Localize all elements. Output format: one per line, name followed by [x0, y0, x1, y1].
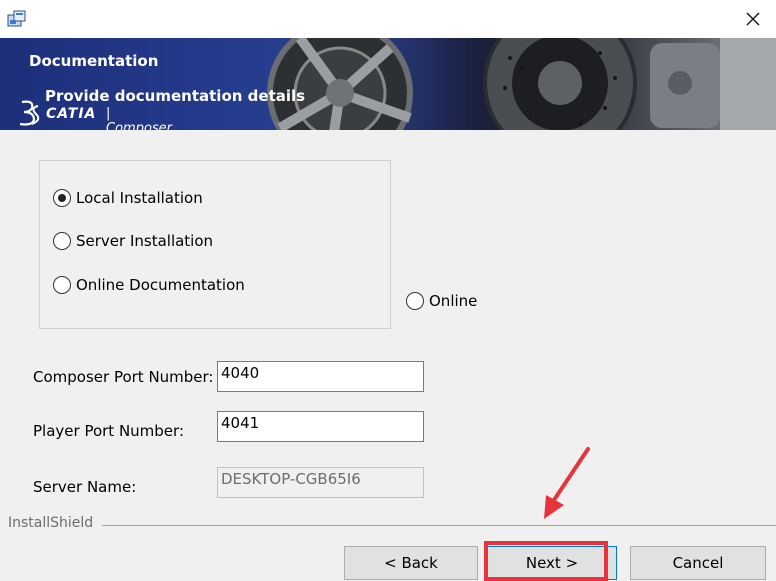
installer-icon: [7, 10, 26, 27]
cancel-button[interactable]: Cancel: [630, 546, 766, 580]
server-name-input: DESKTOP-CGB65I6: [217, 467, 424, 498]
installshield-label: InstallShield: [8, 515, 94, 531]
header-banner: Documentation Provide documentation deta…: [0, 38, 776, 130]
composer-port-label: Composer Port Number:: [33, 368, 214, 386]
page-title: Documentation: [29, 52, 159, 70]
close-icon[interactable]: [742, 8, 764, 30]
radio-unchecked-icon: [406, 292, 424, 310]
logo-product: | Composer: [106, 106, 173, 130]
radio-unchecked-icon: [53, 232, 71, 250]
title-bar: [0, 0, 776, 38]
radio-online-documentation[interactable]: Online Documentation: [53, 276, 245, 294]
page-subtitle: Provide documentation details: [45, 87, 306, 105]
radio-label: Online Documentation: [76, 276, 245, 294]
logo-brand: CATIA: [46, 106, 97, 122]
red-arrow-icon: [544, 447, 590, 519]
radio-server-installation[interactable]: Server Installation: [53, 232, 213, 250]
radio-label: Server Installation: [76, 232, 214, 250]
radio-label: Online: [429, 292, 478, 310]
next-button[interactable]: Next >: [487, 546, 617, 580]
radio-local-installation[interactable]: Local Installation: [53, 189, 203, 207]
player-port-label: Player Port Number:: [33, 422, 184, 440]
composer-port-input[interactable]: 4040: [217, 361, 424, 392]
back-button[interactable]: < Back: [344, 546, 478, 580]
radio-online[interactable]: Online: [406, 292, 477, 310]
ds-logo-icon: [19, 100, 40, 126]
car-wheel-image: [267, 38, 776, 130]
radio-label: Local Installation: [76, 189, 203, 207]
radio-unchecked-icon: [53, 276, 71, 294]
footer-divider: [102, 525, 776, 526]
server-name-label: Server Name:: [33, 478, 137, 496]
radio-checked-icon: [53, 189, 71, 207]
player-port-input[interactable]: 4041: [217, 411, 424, 442]
